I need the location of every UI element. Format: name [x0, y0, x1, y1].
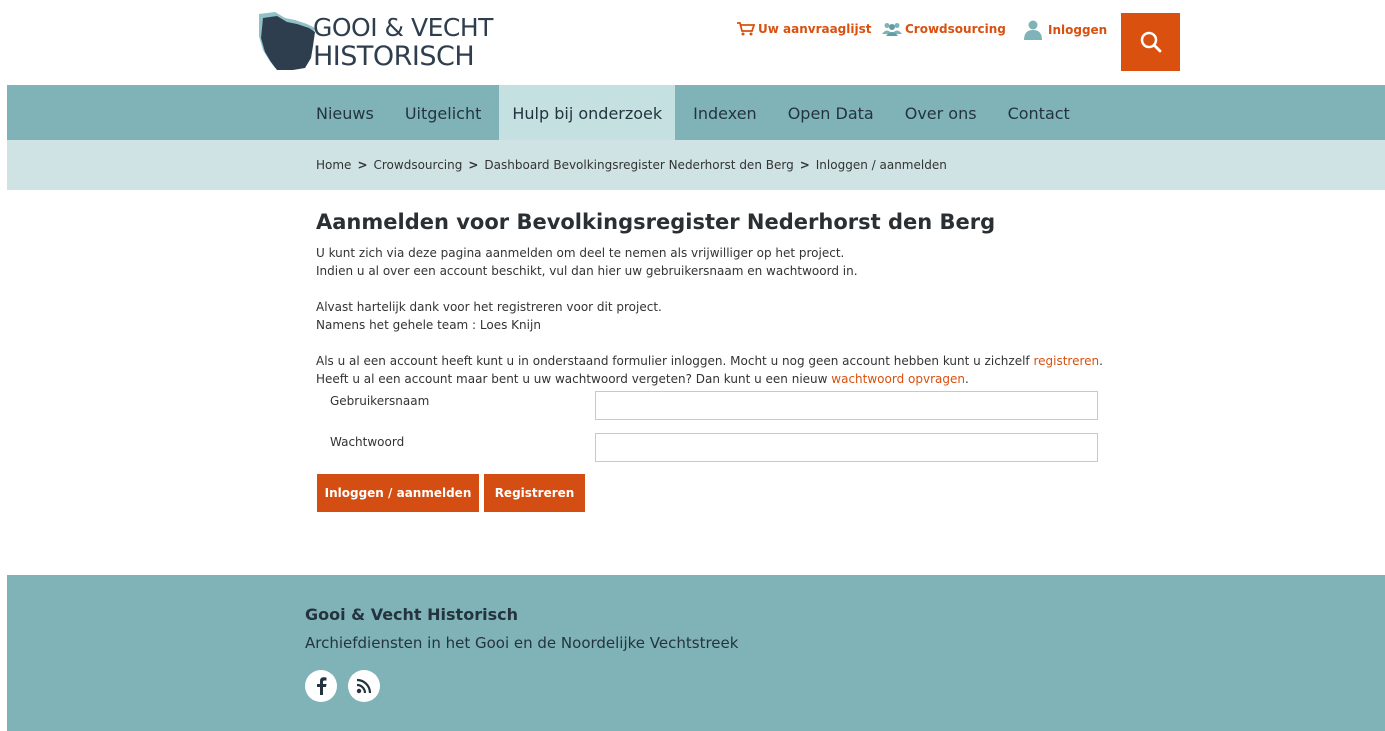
- facebook-icon: [317, 677, 327, 695]
- breadcrumb-dashboard[interactable]: Dashboard Bevolkingsregister Nederhorst …: [484, 158, 793, 172]
- request-password-link[interactable]: wachtwoord opvragen: [831, 372, 965, 386]
- group-icon: [882, 23, 902, 36]
- login-instructions-text: Als u al een account heeft kunt u in ond…: [316, 354, 1034, 368]
- search-button[interactable]: [1121, 13, 1180, 71]
- nav-item-hulp-bij-onderzoek[interactable]: Hulp bij onderzoek: [499, 85, 676, 140]
- breadcrumb-current: Inloggen / aanmelden: [815, 158, 947, 172]
- username-label: Gebruikersnaam: [330, 394, 430, 408]
- breadcrumb-crowdsourcing[interactable]: Crowdsourcing: [374, 158, 463, 172]
- punctuation: .: [1099, 354, 1103, 368]
- nav-item-indexen[interactable]: Indexen: [680, 85, 770, 140]
- main-navigation: Nieuws Uitgelicht Hulp bij onderzoek Ind…: [7, 85, 1385, 140]
- breadcrumb-separator: >: [799, 158, 810, 172]
- login-link[interactable]: Inloggen: [1024, 20, 1107, 40]
- social-links: [305, 670, 738, 702]
- footer-subtitle: Archiefdiensten in het Gooi en de Noorde…: [305, 634, 739, 652]
- user-icon: [1024, 20, 1042, 40]
- cart-link-label: Uw aanvraaglijst: [758, 22, 872, 36]
- password-input[interactable]: [595, 433, 1098, 462]
- register-link[interactable]: registreren: [1033, 354, 1099, 368]
- logo-line-2: HISTORISCH: [313, 41, 475, 72]
- site-logo[interactable]: GOOI & VECHT HISTORISCH: [255, 10, 493, 72]
- login-instructions: Als u al een account heeft kunt u in ond…: [316, 352, 1116, 370]
- site-footer: Gooi & Vecht Historisch Archiefdiensten …: [7, 575, 1385, 731]
- page-title: Aanmelden voor Bevolkingsregister Nederh…: [316, 210, 996, 234]
- search-icon: [1140, 31, 1161, 53]
- thanks-line: Alvast hartelijk dank voor het registrer…: [316, 300, 662, 314]
- login-form: Gebruikersnaam Wachtwoord Inloggen / aan…: [316, 388, 1116, 512]
- breadcrumb-separator: >: [468, 158, 479, 172]
- nav-item-uitgelicht[interactable]: Uitgelicht: [392, 85, 495, 140]
- footer-title: Gooi & Vecht Historisch: [305, 605, 518, 624]
- login-button[interactable]: Inloggen / aanmelden: [317, 474, 479, 512]
- intro-line-2: Indien u al over een account beschikt, v…: [316, 264, 858, 278]
- password-instructions-text: Heeft u al een account maar bent u uw wa…: [316, 372, 832, 386]
- breadcrumb-separator: >: [357, 158, 368, 172]
- password-label: Wachtwoord: [330, 435, 405, 449]
- cart-icon: [737, 22, 755, 36]
- register-button[interactable]: Registreren: [484, 474, 585, 512]
- rss-link[interactable]: [348, 670, 380, 702]
- breadcrumb: Home > Crowdsourcing > Dashboard Bevolkingsr…: [7, 140, 1385, 190]
- team-line: Namens het gehele team : Loes Knijn: [316, 318, 541, 332]
- site-header: GOOI & VECHT HISTORISCH Uw aanvraaglijst…: [0, 0, 1385, 85]
- nav-item-nieuws[interactable]: Nieuws: [303, 85, 387, 140]
- main-content: Aanmelden voor Bevolkingsregister Nederh…: [316, 210, 1116, 512]
- password-instructions: Heeft u al een account maar bent u uw wa…: [316, 370, 1116, 388]
- cart-link[interactable]: Uw aanvraaglijst: [737, 22, 872, 36]
- nav-item-open-data[interactable]: Open Data: [775, 85, 887, 140]
- nav-item-over-ons[interactable]: Over ons: [892, 85, 990, 140]
- breadcrumb-home[interactable]: Home: [316, 158, 351, 172]
- punctuation: .: [964, 372, 969, 386]
- nav-item-contact[interactable]: Contact: [995, 85, 1083, 140]
- rss-icon: [356, 678, 372, 694]
- facebook-link[interactable]: [305, 670, 337, 702]
- logo-line-1: GOOI & VECHT: [313, 13, 493, 42]
- intro-line-1: U kunt zich via deze pagina aanmelden om…: [316, 246, 845, 260]
- crowdsourcing-link-label: Crowdsourcing: [905, 22, 1006, 36]
- logo-map-icon: [259, 12, 315, 70]
- login-link-label: Inloggen: [1048, 23, 1108, 37]
- crowdsourcing-link[interactable]: Crowdsourcing: [882, 22, 1006, 36]
- username-input[interactable]: [595, 391, 1098, 420]
